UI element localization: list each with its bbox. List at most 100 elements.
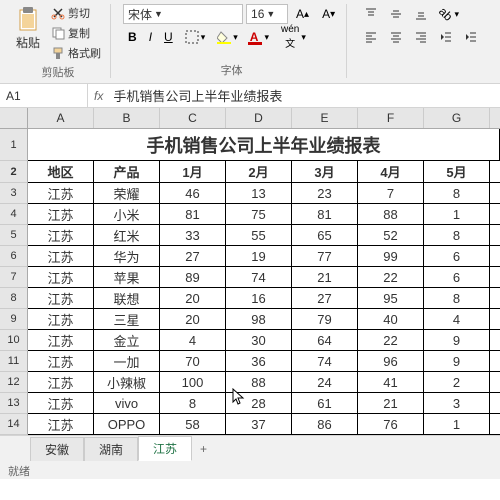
data-cell[interactable]: 77 — [292, 246, 358, 266]
data-cell[interactable]: 江苏 — [28, 309, 94, 329]
data-cell[interactable]: 江苏 — [28, 225, 94, 245]
column-header[interactable]: B — [94, 108, 160, 128]
data-cell[interactable]: 20 — [160, 309, 226, 329]
data-cell[interactable]: 江苏 — [28, 204, 94, 224]
column-header[interactable]: A — [28, 108, 94, 128]
data-cell[interactable]: 75 — [226, 204, 292, 224]
data-cell[interactable]: 荣耀 — [94, 183, 160, 203]
data-cell[interactable]: 江苏 — [28, 372, 94, 392]
row-header[interactable]: 9 — [0, 309, 28, 330]
data-cell[interactable]: 58 — [160, 414, 226, 434]
data-cell[interactable]: 70 — [160, 351, 226, 371]
data-cell[interactable]: 22 — [358, 267, 424, 287]
font-name-select[interactable]: 宋体▼ — [123, 4, 243, 24]
decrease-indent-button[interactable] — [434, 27, 458, 47]
font-size-select[interactable]: 16▼ — [246, 4, 288, 24]
data-cell[interactable]: 30 — [226, 330, 292, 350]
align-right-button[interactable] — [409, 27, 433, 47]
data-cell[interactable]: 20 — [160, 288, 226, 308]
data-cell[interactable]: 4 — [424, 309, 490, 329]
column-header[interactable]: G — [424, 108, 490, 128]
data-cell[interactable]: 33 — [160, 225, 226, 245]
align-left-button[interactable] — [359, 27, 383, 47]
data-cell[interactable]: 江苏 — [28, 393, 94, 413]
data-cell[interactable]: 江苏 — [28, 351, 94, 371]
data-cell[interactable]: 99 — [358, 246, 424, 266]
column-header[interactable]: F — [358, 108, 424, 128]
data-cell[interactable]: 1 — [424, 414, 490, 434]
column-header[interactable]: C — [160, 108, 226, 128]
data-cell[interactable]: 6 — [424, 246, 490, 266]
row-header[interactable]: 13 — [0, 393, 28, 414]
data-cell[interactable]: 52 — [358, 225, 424, 245]
data-cell[interactable]: 21 — [292, 267, 358, 287]
data-cell[interactable]: 61 — [292, 393, 358, 413]
data-cell[interactable]: 三星 — [94, 309, 160, 329]
data-cell[interactable]: 40 — [358, 309, 424, 329]
data-cell[interactable]: 3 — [424, 393, 490, 413]
data-cell[interactable]: OPPO — [94, 414, 160, 434]
data-cell[interactable]: 100 — [160, 372, 226, 392]
title-cell[interactable]: 手机销售公司上半年业绩报表 — [28, 129, 500, 160]
fill-color-button[interactable]: ▾ — [212, 27, 243, 47]
bold-button[interactable]: B — [123, 27, 142, 47]
sheet-tab-hunan[interactable]: 湖南 — [84, 437, 138, 461]
cut-button[interactable]: 剪切 — [48, 4, 104, 22]
underline-button[interactable]: U — [159, 27, 178, 47]
row-header[interactable]: 1 — [0, 129, 28, 161]
data-cell[interactable]: 8 — [160, 393, 226, 413]
add-sheet-button[interactable]: + — [192, 439, 215, 459]
row-header[interactable]: 7 — [0, 267, 28, 288]
sheet-tab-jiangsu[interactable]: 江苏 — [138, 436, 192, 461]
data-cell[interactable]: 13 — [226, 183, 292, 203]
name-box[interactable]: A1 — [0, 84, 88, 107]
row-header[interactable]: 6 — [0, 246, 28, 267]
data-cell[interactable]: 88 — [358, 204, 424, 224]
row-header[interactable]: 5 — [0, 225, 28, 246]
data-cell[interactable]: 华为 — [94, 246, 160, 266]
data-cell[interactable]: 98 — [226, 309, 292, 329]
header-cell[interactable]: 3月 — [292, 161, 358, 182]
decrease-font-button[interactable]: A▾ — [317, 4, 340, 24]
data-cell[interactable]: 89 — [160, 267, 226, 287]
orientation-button[interactable]: ab▾ — [434, 4, 464, 24]
data-cell[interactable]: 苹果 — [94, 267, 160, 287]
row-header[interactable]: 14 — [0, 414, 28, 435]
formula-input[interactable]: 手机销售公司上半年业绩报表 — [109, 84, 494, 107]
header-cell[interactable]: 5月 — [424, 161, 490, 182]
data-cell[interactable]: 41 — [358, 372, 424, 392]
row-header[interactable]: 2 — [0, 161, 28, 183]
data-cell[interactable]: 88 — [226, 372, 292, 392]
data-cell[interactable]: 19 — [226, 246, 292, 266]
data-cell[interactable]: 79 — [292, 309, 358, 329]
data-cell[interactable]: 小辣椒 — [94, 372, 160, 392]
data-cell[interactable]: 2 — [424, 372, 490, 392]
copy-button[interactable]: 复制 — [48, 24, 104, 42]
data-cell[interactable]: 江苏 — [28, 330, 94, 350]
increase-indent-button[interactable] — [459, 27, 483, 47]
row-header[interactable]: 11 — [0, 351, 28, 372]
row-header[interactable]: 3 — [0, 183, 28, 204]
data-cell[interactable]: 74 — [292, 351, 358, 371]
row-header[interactable]: 8 — [0, 288, 28, 309]
data-cell[interactable]: 64 — [292, 330, 358, 350]
data-cell[interactable]: 一加 — [94, 351, 160, 371]
align-bottom-button[interactable] — [409, 4, 433, 24]
data-cell[interactable]: 24 — [292, 372, 358, 392]
select-all-corner[interactable] — [0, 108, 28, 128]
data-cell[interactable]: 22 — [358, 330, 424, 350]
row-header[interactable]: 10 — [0, 330, 28, 351]
column-header[interactable]: E — [292, 108, 358, 128]
align-top-button[interactable] — [359, 4, 383, 24]
header-cell[interactable]: 地区 — [28, 161, 94, 182]
data-cell[interactable]: 36 — [226, 351, 292, 371]
data-cell[interactable]: 红米 — [94, 225, 160, 245]
data-cell[interactable]: 81 — [292, 204, 358, 224]
data-cell[interactable]: 江苏 — [28, 414, 94, 434]
paste-button[interactable]: 粘贴 — [12, 4, 44, 62]
data-cell[interactable]: 86 — [292, 414, 358, 434]
data-cell[interactable]: 27 — [292, 288, 358, 308]
data-cell[interactable]: 9 — [424, 330, 490, 350]
data-cell[interactable]: 金立 — [94, 330, 160, 350]
border-button[interactable]: ▾ — [180, 27, 211, 47]
